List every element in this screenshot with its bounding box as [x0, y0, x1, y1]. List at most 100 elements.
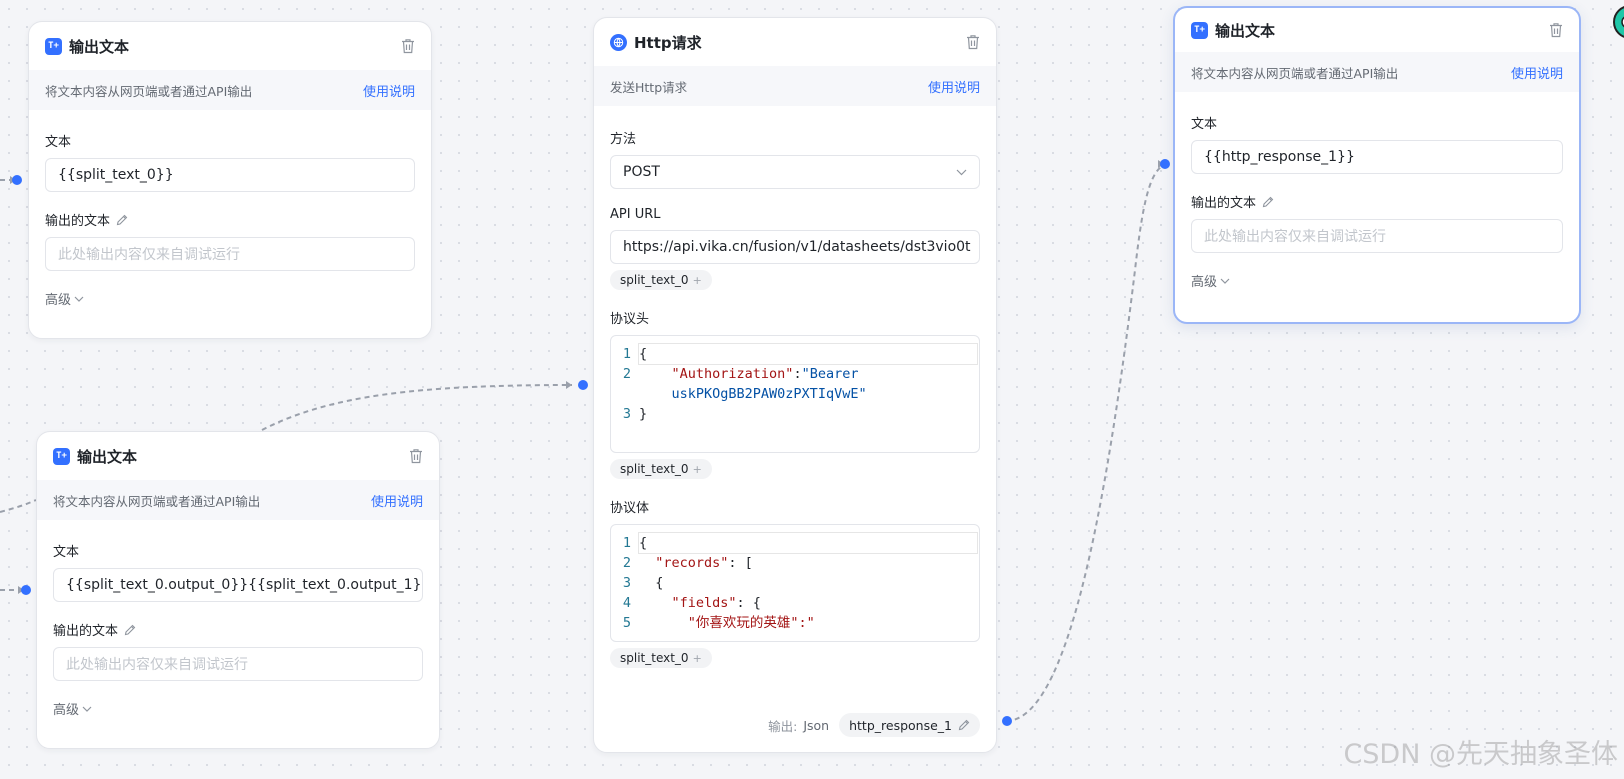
pencil-icon[interactable]	[1262, 196, 1274, 208]
code-token: "Authorization"	[671, 366, 794, 382]
output-text-field[interactable]: 此处输出内容仅来自调试运行	[53, 647, 423, 681]
node-title: 输出文本	[69, 37, 130, 56]
code-text: uskPKOgBB2PAW0zPXTIqVwE"	[639, 384, 977, 404]
body-code-editor[interactable]: 1{2 "records": [3 {4 "fields": {5 "你喜欢玩的…	[610, 524, 980, 642]
http-request-node[interactable]: Http请求 发送Http请求 使用说明 方法 POST API URL htt…	[593, 17, 997, 753]
variable-tag[interactable]: split_text_0 +	[610, 459, 712, 479]
text-node-icon: T+	[53, 447, 70, 465]
advanced-toggle[interactable]: 高级	[45, 289, 415, 308]
node-header: T+ 输出文本	[29, 22, 431, 70]
output-footer: 输出: Json http_response_1	[768, 713, 980, 737]
code-line: 5 "你喜欢玩的英雄":"	[613, 613, 977, 633]
api-url-input[interactable]: https://api.vika.cn/fusion/v1/datasheets…	[610, 230, 980, 264]
text-node-icon: T+	[1191, 21, 1208, 39]
line-number: 3	[622, 575, 631, 591]
variable-tag-label: split_text_0	[620, 462, 689, 476]
line-number: 2	[622, 366, 631, 382]
line-number: 1	[622, 346, 631, 362]
pencil-icon[interactable]	[116, 214, 128, 226]
node-title: 输出文本	[1215, 21, 1276, 40]
body-label: 协议体	[610, 501, 650, 516]
code-token: : {	[736, 595, 761, 611]
code-line: 2 "Authorization":"Bearer	[613, 364, 977, 384]
text-input[interactable]: {{split_text_0}}	[45, 158, 415, 192]
pencil-icon[interactable]	[124, 624, 136, 636]
method-select[interactable]: POST	[610, 155, 980, 189]
output-prefix: 输出:	[768, 718, 798, 734]
chevron-down-icon	[74, 296, 84, 302]
code-text: {	[639, 573, 977, 593]
node-description: 将文本内容从网页端或者通过API输出	[45, 83, 253, 99]
line-number: 4	[622, 595, 631, 611]
code-token: : [	[728, 555, 753, 571]
pencil-icon[interactable]	[958, 719, 970, 731]
text-input[interactable]: {{split_text_0.output_0}}{{split_text_0.…	[53, 568, 423, 602]
output-text-node-1[interactable]: T+ 输出文本 将文本内容从网页端或者通过API输出 使用说明 文本 {{spl…	[28, 21, 432, 339]
code-line: 2 "records": [	[613, 553, 977, 573]
node-description-bar: 将文本内容从网页端或者通过API输出 使用说明	[1175, 52, 1579, 92]
advanced-toggle[interactable]: 高级	[53, 699, 423, 718]
output-text-field[interactable]: 此处输出内容仅来自调试运行	[45, 237, 415, 271]
trash-icon[interactable]	[401, 38, 415, 54]
input-port-node-3[interactable]	[1160, 159, 1170, 169]
method-value: POST	[623, 164, 660, 180]
help-link[interactable]: 使用说明	[371, 491, 423, 510]
node-title: Http请求	[634, 33, 702, 52]
code-text: {	[638, 343, 978, 365]
output-text-field[interactable]: 此处输出内容仅来自调试运行	[1191, 219, 1563, 253]
code-token: :	[793, 366, 802, 382]
node-header: Http请求	[594, 18, 996, 66]
code-token: "records"	[655, 555, 729, 571]
line-number: 2	[622, 555, 631, 571]
output-port-http[interactable]	[1002, 716, 1012, 726]
text-input[interactable]: {{http_response_1}}	[1191, 140, 1563, 174]
help-link[interactable]: 使用说明	[928, 77, 980, 96]
node-description: 发送Http请求	[610, 79, 688, 95]
code-line: 3}	[613, 404, 977, 424]
input-port-http[interactable]	[578, 380, 588, 390]
text-field-label: 文本	[45, 135, 72, 150]
trash-icon[interactable]	[966, 34, 980, 50]
code-line: uskPKOgBB2PAW0zPXTIqVwE"	[613, 384, 977, 404]
code-token: uskPKOgBB2PAW0zPXTIqVwE"	[671, 386, 867, 402]
line-number: 5	[622, 615, 631, 631]
input-port-node-2[interactable]	[21, 585, 31, 595]
code-token: {	[639, 535, 648, 551]
plus-icon: +	[692, 651, 702, 665]
node-description-bar: 将文本内容从网页端或者通过API输出 使用说明	[29, 70, 431, 110]
code-line: 3 {	[613, 573, 977, 593]
code-text: }	[639, 404, 977, 424]
code-line: 1{	[613, 532, 978, 554]
line-number: 1	[622, 535, 631, 551]
plus-icon: +	[692, 273, 702, 287]
help-link[interactable]: 使用说明	[363, 81, 415, 100]
edge-left-to-output2	[0, 499, 37, 513]
output-type: Json	[803, 717, 830, 733]
code-token: "Bearer	[801, 366, 859, 382]
trash-icon[interactable]	[409, 448, 423, 464]
code-token: {	[639, 346, 648, 362]
code-token: "你喜欢玩的英雄":"	[687, 615, 815, 631]
advanced-toggle[interactable]: 高级	[1191, 271, 1563, 290]
output-text-node-2[interactable]: T+ 输出文本 将文本内容从网页端或者通过API输出 使用说明 文本 {{spl…	[36, 431, 440, 749]
trash-icon[interactable]	[1549, 22, 1563, 38]
advanced-label: 高级	[53, 703, 80, 718]
node-description-bar: 发送Http请求 使用说明	[594, 66, 996, 106]
node-header: T+ 输出文本	[37, 432, 439, 480]
node-description: 将文本内容从网页端或者通过API输出	[1191, 65, 1399, 81]
api-url-label: API URL	[610, 207, 661, 222]
output-variable-pill[interactable]: http_response_1	[839, 713, 980, 737]
variable-tag[interactable]: split_text_0 +	[610, 270, 712, 290]
advanced-label: 高级	[45, 293, 72, 308]
output-text-node-3[interactable]: T+ 输出文本 将文本内容从网页端或者通过API输出 使用说明 文本 {{htt…	[1173, 6, 1581, 324]
edge-http-to-output3	[1005, 163, 1167, 722]
assistant-avatar-icon[interactable]	[1608, 0, 1624, 44]
help-link[interactable]: 使用说明	[1511, 63, 1563, 82]
headers-code-editor[interactable]: 1 {2 "Authorization":"Bearer uskPKOgBB2PA…	[610, 335, 980, 453]
code-text: "你喜欢玩的英雄":"	[639, 613, 977, 633]
input-port-node-1[interactable]	[12, 175, 22, 185]
variable-tag[interactable]: split_text_0 +	[610, 648, 712, 668]
